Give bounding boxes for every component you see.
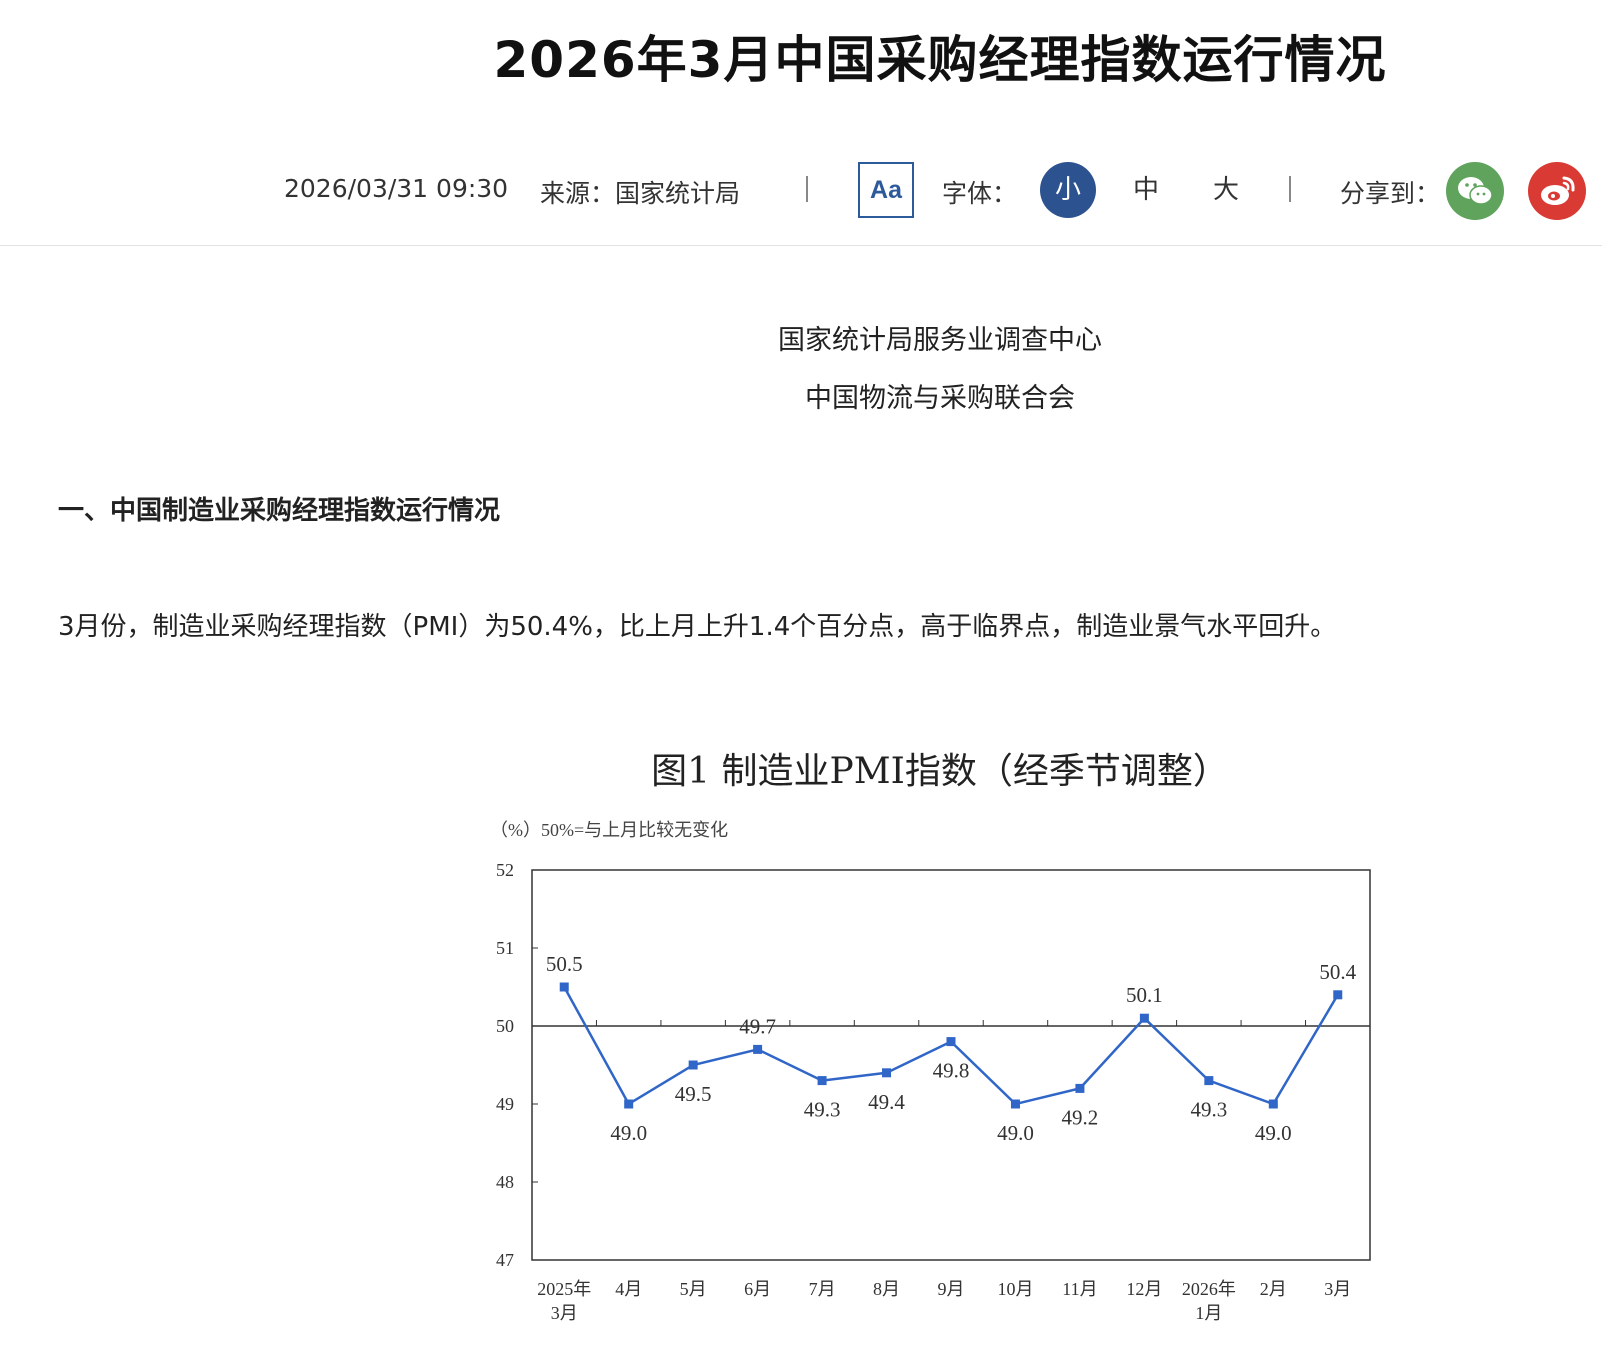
data-point [1139,1013,1149,1023]
x-tick-label: 8月 [873,1279,900,1299]
y-tick-label: 52 [496,860,514,880]
data-label: 50.1 [1126,983,1163,1007]
x-tick-label: 2025年 [537,1279,591,1299]
data-point [817,1076,827,1086]
data-label: 50.5 [546,952,583,976]
x-tick-label: 9月 [938,1279,965,1299]
y-tick-label: 51 [496,938,514,958]
x-tick-label: 7月 [809,1279,836,1299]
y-tick-label: 49 [496,1094,514,1114]
data-label: 49.0 [997,1121,1034,1145]
x-tick-label: 2026年 [1182,1279,1236,1299]
data-label: 49.0 [1255,1121,1292,1145]
x-tick-label: 4月 [615,1279,642,1299]
x-tick-label: 12月 [1126,1279,1162,1299]
data-label: 49.8 [933,1059,970,1083]
x-tick-label: 5月 [680,1279,707,1299]
data-point [1333,990,1343,1000]
data-point [1268,1099,1278,1109]
data-point [624,1099,634,1109]
y-axis-label: （%）50%=与上月比较无变化 [490,820,728,840]
y-tick-label: 47 [496,1250,514,1270]
data-point [688,1060,698,1070]
x-tick-label: 2月 [1260,1279,1287,1299]
x-tick-label: 11月 [1062,1279,1097,1299]
x-tick-label: 6月 [744,1279,771,1299]
data-label: 50.4 [1319,960,1356,984]
x-tick-label: 3月 [551,1303,578,1323]
data-label: 49.0 [610,1121,647,1145]
data-label: 49.7 [739,1014,776,1038]
data-point [753,1044,763,1054]
data-label: 49.2 [1062,1105,1099,1129]
data-label: 49.3 [1190,1098,1227,1122]
data-point [946,1037,956,1047]
data-label: 49.4 [868,1090,905,1114]
x-tick-label: 3月 [1324,1279,1351,1299]
data-point [882,1068,892,1078]
data-point [1010,1099,1020,1109]
pmi-line-chart: （%）50%=与上月比较无变化 47 48 49 50 51 52 50.5 49.0 49.5 4… [490,820,1371,1323]
x-tick-label: 1月 [1195,1303,1222,1323]
x-tick-label: 10月 [997,1279,1033,1299]
data-point [1075,1083,1085,1093]
data-label: 49.3 [804,1098,841,1122]
data-label: 49.5 [675,1082,712,1106]
y-tick-label: 50 [496,1016,514,1036]
data-point [559,982,569,992]
data-point [1204,1076,1214,1086]
y-tick-label: 48 [496,1172,514,1192]
